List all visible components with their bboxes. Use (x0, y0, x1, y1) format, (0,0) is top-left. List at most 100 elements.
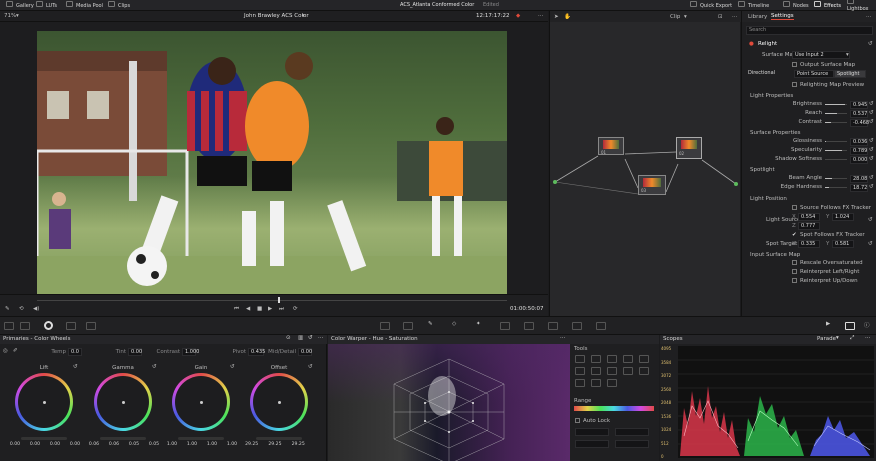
light-source-x[interactable]: 0.554 (798, 213, 820, 221)
reset-icon[interactable]: ↺ (73, 364, 78, 370)
reset-icon[interactable]: ↺ (308, 364, 313, 370)
section-light-properties[interactable]: Light Properties (750, 93, 793, 99)
wheel-value-y[interactable]: 0.06 (89, 442, 99, 447)
effects-button[interactable]: Effects (814, 1, 841, 9)
pointer-icon[interactable]: ➤ (554, 14, 559, 20)
spot-target-x[interactable]: 0.335 (798, 240, 820, 248)
param-value[interactable]: -0.468 (850, 119, 869, 127)
light-source-z[interactable]: 0.777 (798, 222, 820, 230)
param-slider[interactable] (825, 159, 847, 160)
zoom-node-icon[interactable]: ⊡ (718, 14, 723, 20)
chevron-down-icon[interactable]: ▾ (302, 13, 305, 19)
source-follows-checkbox[interactable] (792, 205, 797, 210)
param-value[interactable]: 0.036 (850, 138, 868, 146)
wheel-value-y[interactable]: 1.00 (167, 442, 177, 447)
playhead[interactable] (278, 297, 280, 303)
reset-icon[interactable]: ↺ (868, 241, 873, 247)
surface-map-select[interactable]: Use Input 2 (792, 51, 850, 59)
output-surface-map-checkbox[interactable] (792, 62, 797, 67)
tracker-icon[interactable]: ✦ (476, 321, 481, 327)
range-field-2[interactable] (615, 428, 649, 436)
clips-tab[interactable]: Clips (108, 1, 130, 9)
grid-tool-icon[interactable] (639, 355, 649, 363)
zoom-level[interactable]: 71% (4, 13, 16, 19)
luts-tab[interactable]: LUTs (36, 1, 57, 9)
gallery-tab[interactable]: Gallery (6, 1, 34, 9)
expand-icon[interactable] (575, 367, 585, 375)
spot-target-y[interactable]: 0.581 (832, 240, 854, 248)
motion-effects-icon[interactable] (86, 322, 96, 330)
go-end-icon[interactable]: ⏭ (279, 306, 284, 313)
wheel-value-b[interactable]: 1.00 (227, 442, 237, 447)
sizing-icon[interactable] (572, 322, 582, 330)
param-value[interactable]: 0.00 (298, 348, 312, 356)
volume-icon[interactable]: ◀) (33, 306, 39, 312)
param-value[interactable]: 0.00 (128, 348, 142, 356)
warper-grid[interactable] (328, 344, 570, 461)
reset-icon[interactable]: ↺ (869, 101, 874, 107)
param-value[interactable]: 0.537 (850, 110, 868, 118)
lock-icon[interactable] (591, 379, 601, 387)
expand-icon[interactable]: ⤢ (850, 335, 854, 342)
wheel-jog[interactable] (256, 437, 302, 440)
smooth-icon[interactable] (575, 379, 585, 387)
search-input[interactable]: Search (746, 26, 873, 35)
reset-icon[interactable]: ↺ (868, 41, 873, 47)
wheel-value-g[interactable]: 0.05 (129, 442, 139, 447)
reset-icon[interactable]: ↺ (152, 364, 157, 370)
reset-icon[interactable]: ↺ (869, 147, 874, 153)
wheel-value-r[interactable]: 1.00 (187, 442, 197, 447)
param-value[interactable]: 28.08 (850, 175, 868, 183)
reset-icon[interactable]: ↺ (230, 364, 235, 370)
spot-follows-checkbox[interactable]: ✔ (792, 232, 797, 238)
loop-icon[interactable]: ⟲ (19, 306, 24, 312)
scopes-icon[interactable] (845, 322, 855, 330)
reset-icon[interactable]: ↺ (869, 110, 874, 116)
range-field-4[interactable] (615, 440, 649, 448)
node-01[interactable]: 01 (598, 137, 624, 155)
section-light-position[interactable]: Light Position (750, 196, 787, 202)
param-value[interactable]: 0.789 (850, 147, 868, 155)
option-checkbox[interactable] (792, 278, 797, 283)
node-03[interactable]: 03 (638, 175, 666, 195)
param-slider[interactable] (825, 141, 847, 142)
menu-icon[interactable]: ⋯ (732, 14, 738, 20)
directional-button[interactable]: Directional (746, 70, 778, 78)
wheel-value-r[interactable]: 29.25 (268, 442, 281, 447)
draw-tool-icon[interactable] (591, 355, 601, 363)
point-source-button[interactable]: Point Source (794, 70, 834, 78)
key-icon[interactable] (548, 322, 558, 330)
param-value[interactable]: 1.000 (182, 348, 199, 356)
chevron-down-icon[interactable]: ▾ (16, 13, 19, 19)
reset-icon[interactable]: ↺ (308, 335, 313, 341)
wheel-jog[interactable] (100, 437, 146, 440)
option-checkbox[interactable] (792, 260, 797, 265)
reset-icon[interactable]: ↺ (869, 156, 874, 162)
contract-icon[interactable] (591, 367, 601, 375)
curves-icon[interactable] (380, 322, 390, 330)
param-value[interactable]: 0.0 (68, 348, 82, 356)
wheel-value-g[interactable]: 1.00 (207, 442, 217, 447)
reset-tool-icon[interactable] (639, 367, 649, 375)
color-warper-icon[interactable] (403, 322, 413, 330)
chevron-down-icon[interactable]: ▾ (684, 14, 687, 20)
param-value[interactable]: 0.000 (850, 156, 868, 164)
media-pool-tab[interactable]: Media Pool (66, 1, 103, 9)
reset-icon[interactable]: ↺ (869, 175, 874, 181)
info-icon[interactable]: ⓘ (864, 321, 870, 329)
chevron-down-icon[interactable]: ▾ (836, 335, 839, 341)
wheel-value-y[interactable]: 0.00 (10, 442, 20, 447)
play-icon[interactable]: ▶ (268, 306, 272, 312)
pick-tool-icon[interactable] (575, 355, 585, 363)
param-value[interactable]: 18.72 (850, 184, 868, 192)
invert-icon[interactable] (607, 367, 617, 375)
color-wheel-ring[interactable] (94, 373, 152, 431)
power-icon[interactable]: ● (749, 41, 754, 47)
quick-export-button[interactable]: Quick Export (690, 1, 732, 9)
play-icon[interactable]: ▶ (826, 321, 830, 327)
wheel-value-r[interactable]: 0.06 (109, 442, 119, 447)
color-wheels-icon[interactable] (44, 321, 53, 330)
menu-icon[interactable]: ⋯ (318, 335, 324, 341)
loop-play-icon[interactable]: ⟳ (293, 306, 298, 312)
auto-lock-checkbox[interactable] (575, 418, 580, 423)
